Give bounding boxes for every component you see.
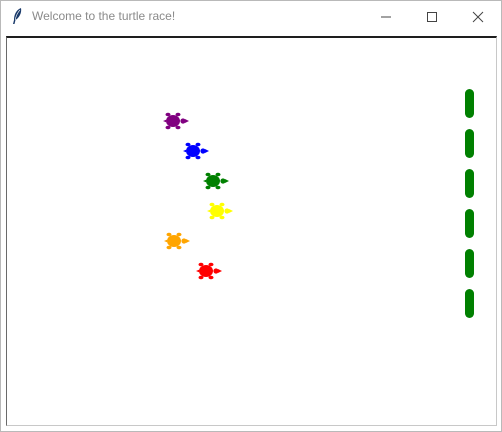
maximize-button[interactable] — [409, 1, 455, 32]
finish-line-dash — [465, 129, 474, 158]
title-bar[interactable]: Welcome to the turtle race! — [1, 1, 501, 32]
close-icon — [472, 11, 484, 22]
turtle-red — [196, 262, 222, 280]
turtle-race-window: Welcome to the turtle race! — [0, 0, 502, 432]
turtle-canvas-frame — [6, 36, 497, 426]
turtle-purple — [163, 112, 189, 130]
finish-line-dash — [465, 289, 474, 318]
maximize-icon — [427, 11, 437, 22]
turtle-green — [203, 172, 229, 190]
minimize-icon — [381, 16, 391, 17]
feather-icon — [13, 8, 22, 24]
turtle-orange — [164, 232, 190, 250]
close-button[interactable] — [455, 1, 501, 32]
finish-line-dash — [465, 169, 474, 198]
finish-line-dash — [465, 89, 474, 118]
turtle-yellow — [207, 202, 233, 220]
minimize-button[interactable] — [363, 1, 409, 32]
window-title: Welcome to the turtle race! — [32, 9, 176, 23]
turtle-blue — [183, 142, 209, 160]
finish-line-dash — [465, 209, 474, 238]
finish-line-dash — [465, 249, 474, 278]
turtle-canvas[interactable] — [7, 38, 496, 425]
